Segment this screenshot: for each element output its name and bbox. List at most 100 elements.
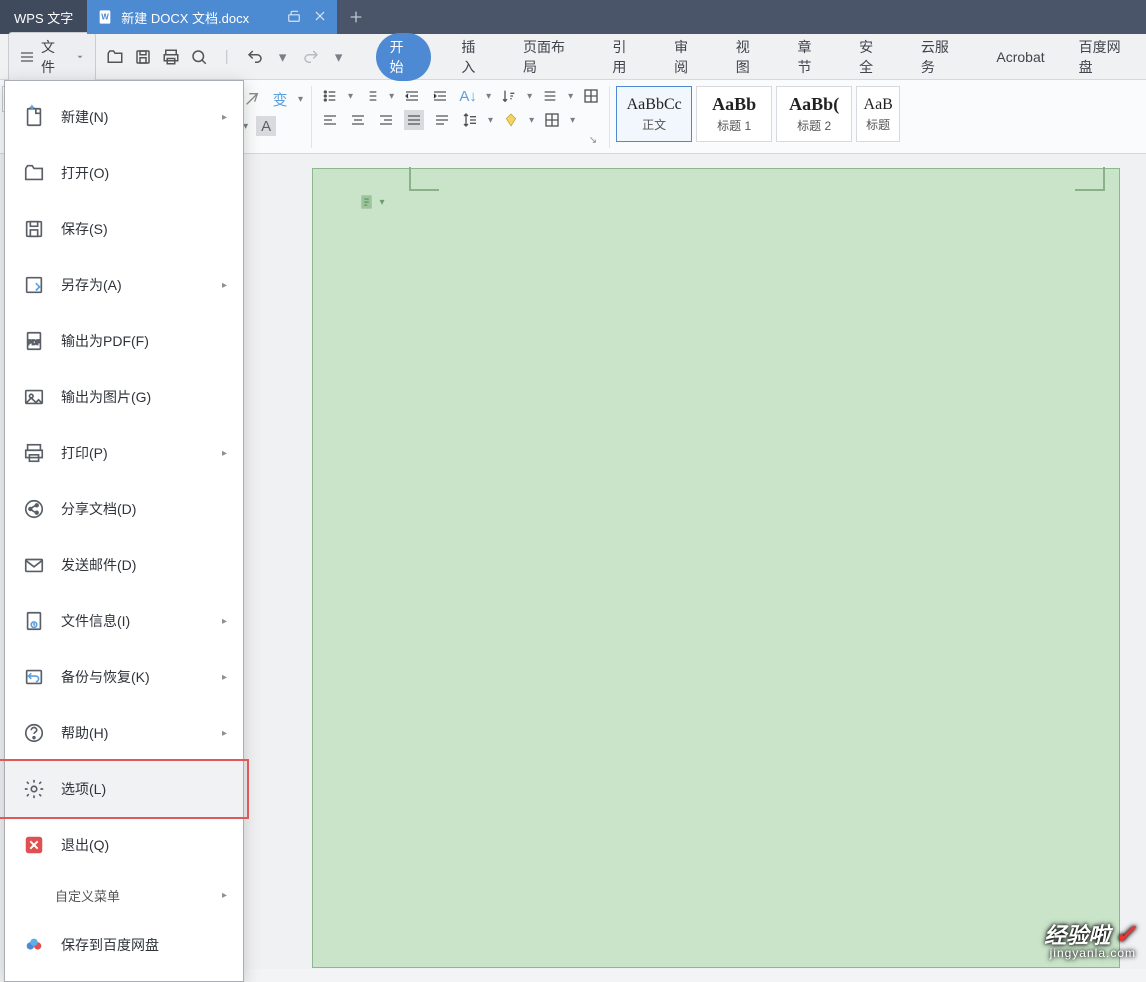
decrease-indent-icon[interactable]	[402, 86, 422, 106]
tab-view[interactable]: 视图	[732, 33, 768, 81]
tab-chapter[interactable]: 章节	[793, 33, 829, 81]
menu-open-label: 打开(O)	[61, 163, 109, 183]
file-button-label: 文件	[41, 37, 69, 77]
tab-title: 新建 DOCX 文档.docx	[121, 8, 249, 27]
share-icon	[21, 496, 47, 522]
line-spacing-icon[interactable]	[540, 86, 560, 106]
menu-info-label: 文件信息(I)	[61, 611, 130, 631]
margin-corner-tr	[1075, 167, 1105, 191]
menu-backup-label: 备份与恢复(K)	[61, 667, 150, 687]
menu-exit[interactable]: 退出(Q)	[5, 817, 243, 873]
menu-share[interactable]: 分享文档(D)	[5, 481, 243, 537]
check-icon: ✓	[1114, 919, 1136, 949]
menu-info[interactable]: 文件信息(I) ▸	[5, 593, 243, 649]
preview-icon[interactable]	[190, 48, 208, 66]
justify-icon[interactable]	[404, 110, 424, 130]
line-spacing2-icon[interactable]	[460, 110, 480, 130]
file-menu-button[interactable]: 文件	[8, 32, 96, 82]
style-title[interactable]: AaB 标题	[856, 86, 900, 142]
menu-new-label: 新建(N)	[61, 107, 108, 127]
print-icon	[21, 440, 47, 466]
style-body-label: 正文	[642, 116, 666, 133]
redo-icon[interactable]	[302, 48, 320, 66]
print-quick-icon[interactable]	[162, 48, 180, 66]
borders-icon[interactable]	[542, 110, 562, 130]
paragraph-mark-icon[interactable]: ▾	[361, 191, 383, 213]
align-left-icon[interactable]	[320, 110, 340, 130]
tab-insert[interactable]: 插入	[457, 33, 493, 81]
phonetic-icon[interactable]: 变	[270, 89, 290, 109]
page[interactable]: ▾	[312, 168, 1120, 968]
sort-icon[interactable]	[499, 86, 519, 106]
save-icon[interactable]	[134, 48, 152, 66]
menu-mail[interactable]: 发送邮件(D)	[5, 537, 243, 593]
menu-save[interactable]: 保存(S)	[5, 201, 243, 257]
svg-text:W: W	[101, 13, 109, 22]
table-icon[interactable]	[581, 86, 601, 106]
styles-gallery: AaBbCc 正文 AaBb 标题 1 AaBb( 标题 2 AaB 标题	[616, 86, 900, 142]
undo-dropdown-icon[interactable]: ▾	[274, 48, 292, 66]
menu-options[interactable]: 选项(L)	[5, 761, 243, 817]
tab-acrobat[interactable]: Acrobat	[992, 45, 1048, 69]
submenu-arrow-icon: ▸	[222, 616, 227, 627]
menu-custom[interactable]: 自定义菜单 ▸	[5, 873, 243, 917]
style-heading1[interactable]: AaBb 标题 1	[696, 86, 772, 142]
menu-image-label: 输出为图片(G)	[61, 387, 151, 407]
new-icon: ✦	[21, 104, 47, 130]
tab-cloud[interactable]: 云服务	[917, 33, 967, 81]
document-tab[interactable]: W 新建 DOCX 文档.docx	[87, 0, 337, 34]
baidu-cloud-icon	[21, 932, 47, 958]
tab-layout[interactable]: 页面布局	[519, 33, 582, 81]
numbering-icon[interactable]	[361, 86, 381, 106]
clear-format-icon[interactable]	[242, 89, 262, 109]
menu-options-label: 选项(L)	[61, 779, 106, 799]
new-tab-button[interactable]	[337, 0, 375, 34]
menu-saveas-label: 另存为(A)	[61, 275, 122, 295]
submenu-arrow-icon: ▸	[222, 728, 227, 739]
bullets-icon[interactable]	[320, 86, 340, 106]
tab-baidu[interactable]: 百度网盘	[1075, 33, 1138, 81]
menu-open[interactable]: 打开(O)	[5, 145, 243, 201]
distribute-icon[interactable]	[432, 110, 452, 130]
submenu-arrow-icon: ▸	[222, 448, 227, 459]
menu-save-label: 保存(S)	[61, 219, 108, 239]
menu-pdf[interactable]: PDF 输出为PDF(F)	[5, 313, 243, 369]
tab-close-icon[interactable]	[313, 9, 327, 26]
qa-dropdown-icon[interactable]: ▾	[330, 48, 348, 66]
align-right-icon[interactable]	[376, 110, 396, 130]
titlebar: WPS 文字 W 新建 DOCX 文档.docx	[0, 0, 1146, 34]
tab-security[interactable]: 安全	[855, 33, 891, 81]
align-center-icon[interactable]	[348, 110, 368, 130]
watermark: 经验啦✓ jingyanla.com	[1044, 921, 1136, 959]
char-shading-icon[interactable]: A	[256, 116, 276, 136]
save-disk-icon	[21, 216, 47, 242]
undo-icon[interactable]	[246, 48, 264, 66]
menu-pdf-label: 输出为PDF(F)	[61, 331, 149, 351]
paragraph-dialog-launcher[interactable]: ↘	[589, 135, 597, 146]
saveas-icon	[21, 272, 47, 298]
menu-baidu-save[interactable]: 保存到百度网盘	[5, 917, 243, 973]
tab-start[interactable]: 开始	[376, 33, 432, 81]
tab-reference[interactable]: 引用	[608, 33, 644, 81]
doc-icon: W	[97, 9, 113, 25]
menu-custom-label: 自定义菜单	[55, 886, 120, 905]
menu-baidu-label: 保存到百度网盘	[61, 935, 159, 955]
quick-access-toolbar: | ▾ ▾	[106, 48, 348, 66]
menu-new[interactable]: ✦ 新建(N) ▸	[5, 89, 243, 145]
exit-icon	[21, 832, 47, 858]
menu-saveas[interactable]: 另存为(A) ▸	[5, 257, 243, 313]
shading-icon[interactable]	[501, 110, 521, 130]
menu-help[interactable]: 帮助(H) ▸	[5, 705, 243, 761]
tab-restore-icon[interactable]	[287, 9, 301, 26]
svg-text:PDF: PDF	[28, 340, 41, 347]
menu-image[interactable]: 输出为图片(G)	[5, 369, 243, 425]
open-icon[interactable]	[106, 48, 124, 66]
style-h2-label: 标题 2	[797, 117, 831, 134]
text-direction-icon[interactable]: A↓	[458, 86, 478, 106]
increase-indent-icon[interactable]	[430, 86, 450, 106]
style-body[interactable]: AaBbCc 正文	[616, 86, 692, 142]
menu-print[interactable]: 打印(P) ▸	[5, 425, 243, 481]
style-heading2[interactable]: AaBb( 标题 2	[776, 86, 852, 142]
menu-backup[interactable]: 备份与恢复(K) ▸	[5, 649, 243, 705]
tab-review[interactable]: 审阅	[670, 33, 706, 81]
